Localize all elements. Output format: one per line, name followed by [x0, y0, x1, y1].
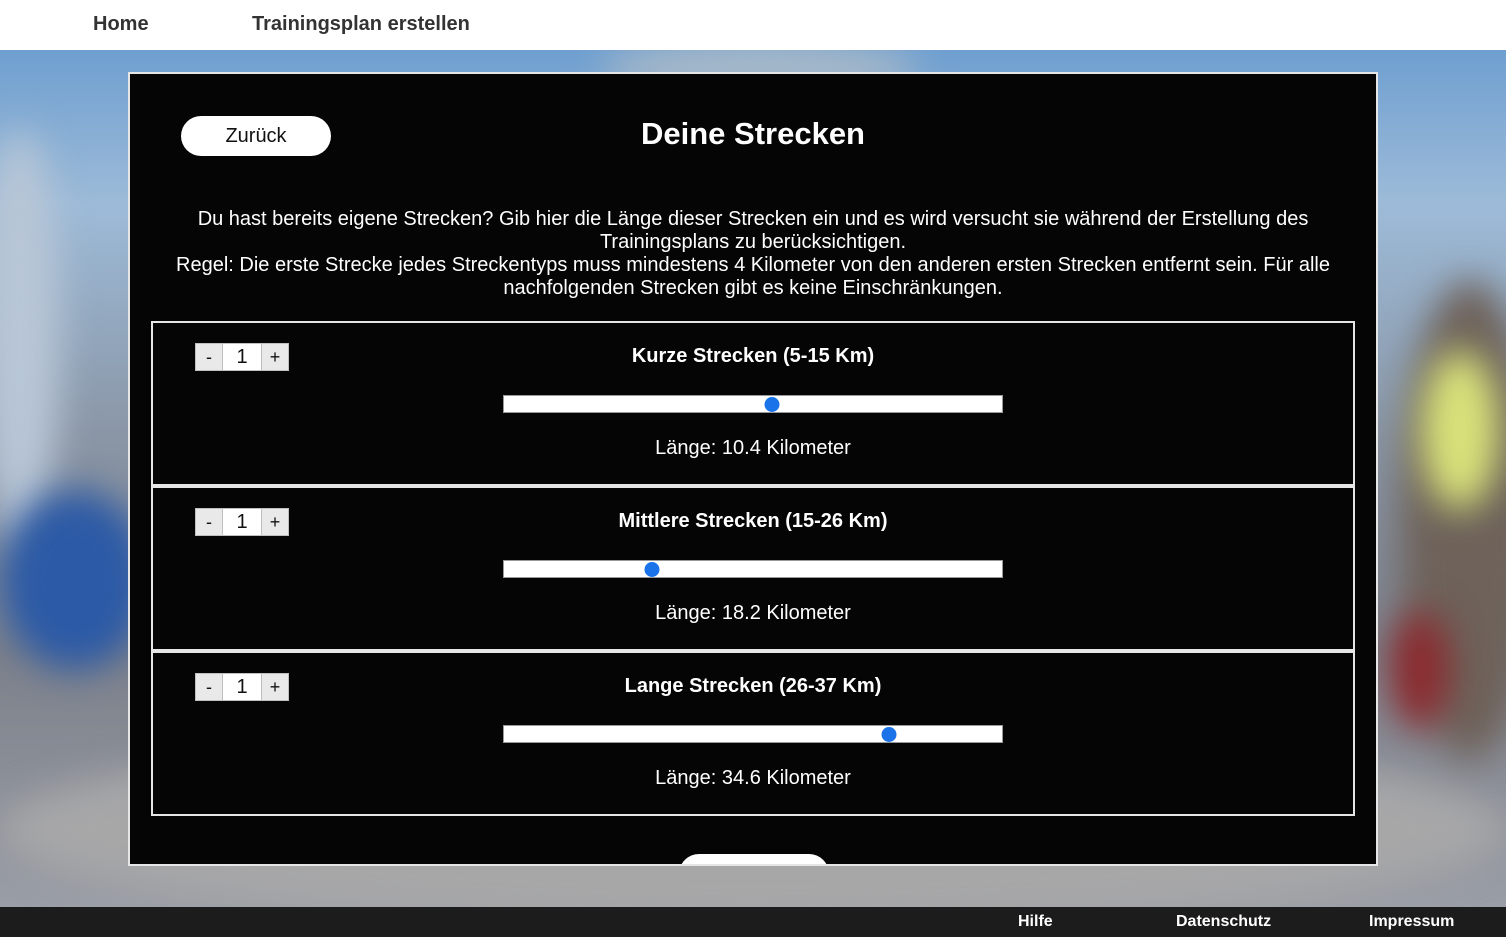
route-length: Länge: 10.4 Kilometer [655, 437, 851, 459]
length-slider[interactable] [503, 725, 1003, 743]
routes-panel: Zurück Deine Strecken Du hast bereits ei… [128, 72, 1378, 866]
route-title: Kurze Strecken (5-15 Km) [631, 345, 875, 367]
nav-home-link[interactable]: Home [93, 13, 149, 36]
slider-thumb[interactable] [644, 562, 660, 577]
slider-thumb[interactable] [881, 727, 897, 742]
footer: Hilfe Datenschutz Impressum [0, 907, 1506, 937]
route-title: Lange Strecken (26-37 Km) [624, 675, 882, 697]
nav-create-plan-link[interactable]: Trainingsplan erstellen [252, 13, 470, 36]
route-length: Länge: 18.2 Kilometer [655, 602, 851, 624]
page-title: Deine Strecken [641, 116, 865, 151]
footer-privacy-link[interactable]: Datenschutz [1176, 913, 1271, 931]
length-slider[interactable] [503, 395, 1003, 413]
route-short: - 1 + Kurze Strecken (5-15 Km) Länge: 10… [151, 321, 1355, 486]
route-title: Mittlere Strecken (15-26 Km) [618, 510, 888, 532]
route-medium: - 1 + Mittlere Strecken (15-26 Km) Länge… [151, 486, 1355, 651]
route-length: Länge: 34.6 Kilometer [655, 767, 851, 789]
slider-thumb[interactable] [764, 397, 780, 412]
top-nav: Home Trainingsplan erstellen [0, 0, 1506, 50]
footer-help-link[interactable]: Hilfe [1018, 913, 1053, 931]
footer-imprint-link[interactable]: Impressum [1369, 913, 1454, 931]
intro-line-1: Du hast bereits eigene Strecken? Gib hie… [197, 208, 1309, 253]
intro-line-2: Regel: Die erste Strecke jedes Streckent… [176, 254, 1330, 299]
route-long: - 1 + Lange Strecken (26-37 Km) Länge: 3… [151, 651, 1355, 816]
intro-text: Du hast bereits eigene Strecken? Gib hie… [170, 208, 1336, 300]
length-slider[interactable] [503, 560, 1003, 578]
next-button[interactable] [679, 854, 829, 864]
